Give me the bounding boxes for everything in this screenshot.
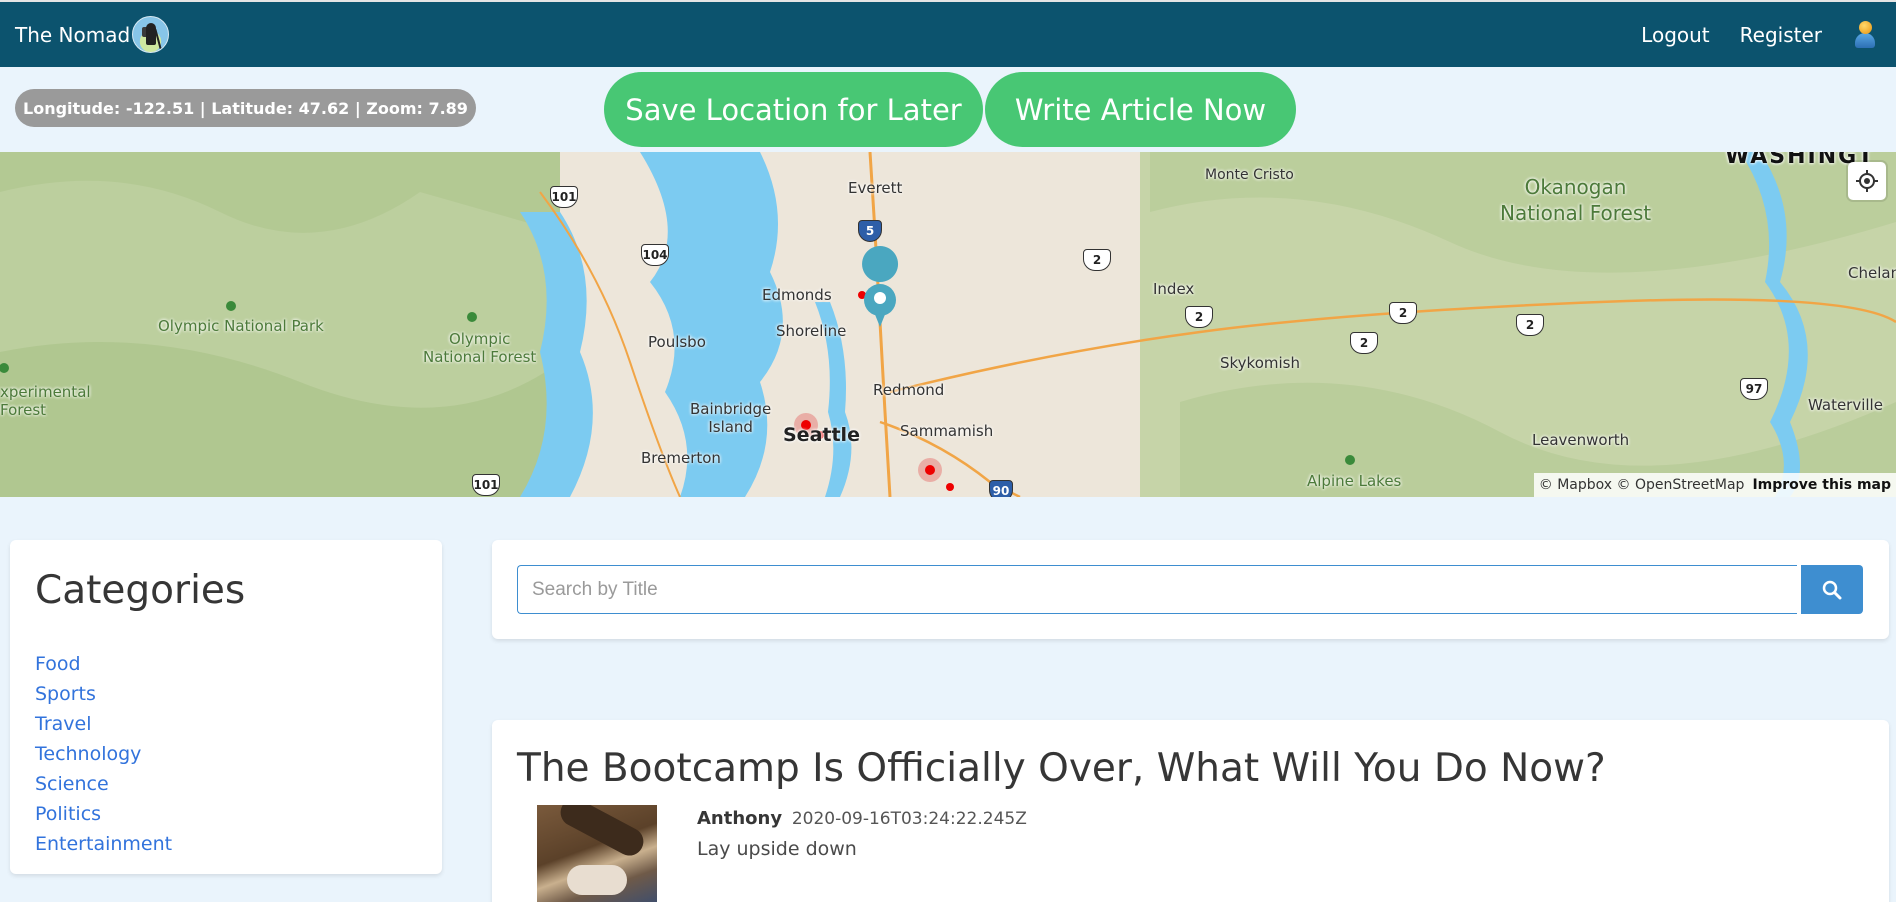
search-input[interactable]	[517, 565, 1797, 614]
category-travel[interactable]: Travel	[35, 709, 417, 739]
article-title[interactable]: The Bootcamp Is Officially Over, What Wi…	[517, 746, 1606, 791]
highway-shield: 2	[1350, 332, 1378, 354]
article-excerpt: Lay upside down	[697, 838, 857, 860]
category-food[interactable]: Food	[35, 649, 417, 679]
logout-link[interactable]: Logout	[1641, 23, 1709, 47]
improve-map-link[interactable]: Improve this map	[1752, 477, 1891, 493]
map-label-skykomish: Skykomish	[1220, 354, 1300, 372]
crosshair-icon	[1856, 170, 1878, 192]
attribution-text[interactable]: © Mapbox © OpenStreetMap	[1539, 477, 1745, 493]
map-label-chelan: Chelan	[1848, 264, 1896, 282]
map-attribution: © Mapbox © OpenStreetMap Improve this ma…	[1533, 473, 1896, 497]
map-label-experimental-forest: xperimental Forest	[0, 383, 91, 419]
category-sports[interactable]: Sports	[35, 679, 417, 709]
map-label-index: Index	[1153, 280, 1195, 298]
save-location-button[interactable]: Save Location for Later	[604, 72, 983, 147]
highway-shield: 2	[1185, 306, 1213, 328]
article-meta: Anthony 2020-09-16T03:24:22.245Z	[697, 808, 1027, 829]
map-label-waterville: Waterville	[1808, 396, 1883, 414]
highway-shield: 101	[472, 474, 500, 496]
article-author: Anthony	[697, 808, 783, 829]
map-label-alpine-lakes: Alpine Lakes	[1307, 472, 1402, 490]
map-label-shoreline: Shoreline	[776, 322, 847, 340]
highway-shield: 101	[550, 186, 578, 208]
navbar: The Nomad Logout Register	[0, 0, 1896, 67]
brand-name[interactable]: The Nomad	[15, 23, 130, 47]
write-article-button[interactable]: Write Article Now	[985, 72, 1296, 147]
hiker-logo-icon[interactable]	[132, 16, 170, 53]
map-label-sammamish: Sammamish	[900, 422, 994, 440]
map-label-bremerton: Bremerton	[641, 449, 721, 467]
brand[interactable]: The Nomad	[15, 16, 170, 53]
article-date: 2020-09-16T03:24:22.245Z	[791, 809, 1027, 829]
search-icon	[1822, 580, 1842, 599]
category-politics[interactable]: Politics	[35, 799, 417, 829]
highway-shield: 97	[1740, 378, 1768, 400]
map-label-poulsbo: Poulsbo	[648, 333, 706, 351]
map-label-monte-cristo: Monte Cristo	[1205, 167, 1294, 183]
category-science[interactable]: Science	[35, 769, 417, 799]
search-button[interactable]	[1801, 565, 1863, 614]
search-panel	[492, 540, 1889, 639]
map-label-edmonds: Edmonds	[762, 286, 832, 304]
highway-shield: 2	[1083, 249, 1111, 271]
map-label-seattle: Seattle	[783, 424, 860, 446]
map-label-everett: Everett	[848, 179, 903, 197]
navbar-right: Logout Register	[1641, 2, 1896, 67]
map[interactable]: Everett Monte Cristo Okanogan National F…	[0, 152, 1896, 497]
category-entertainment[interactable]: Entertainment	[35, 829, 417, 859]
user-avatar-icon[interactable]	[1852, 19, 1878, 51]
register-link[interactable]: Register	[1740, 23, 1822, 47]
map-label-okanogan: Okanogan National Forest	[1500, 175, 1652, 225]
highway-shield: 104	[641, 244, 669, 266]
map-label-olympic-np: Olympic National Park	[158, 317, 324, 335]
highway-shield: 2	[1516, 314, 1544, 336]
map-label-redmond: Redmond	[873, 381, 945, 399]
geolocate-button[interactable]	[1848, 162, 1886, 200]
article-thumbnail[interactable]	[537, 805, 657, 902]
coordinates-display: Longitude: -122.51 | Latitude: 47.62 | Z…	[15, 89, 476, 127]
article-card[interactable]: The Bootcamp Is Officially Over, What Wi…	[492, 720, 1889, 902]
categories-title: Categories	[35, 568, 246, 613]
map-label-bainbridge: Bainbridge Island	[690, 400, 772, 436]
interstate-shield: 90	[989, 480, 1013, 497]
map-label-leavenworth: Leavenworth	[1532, 431, 1630, 449]
map-label-olympic-nf: Olympic National Forest	[423, 330, 537, 366]
highway-shield: 2	[1389, 302, 1417, 324]
categories-panel: Categories Food Sports Travel Technology…	[10, 540, 442, 874]
category-technology[interactable]: Technology	[35, 739, 417, 769]
